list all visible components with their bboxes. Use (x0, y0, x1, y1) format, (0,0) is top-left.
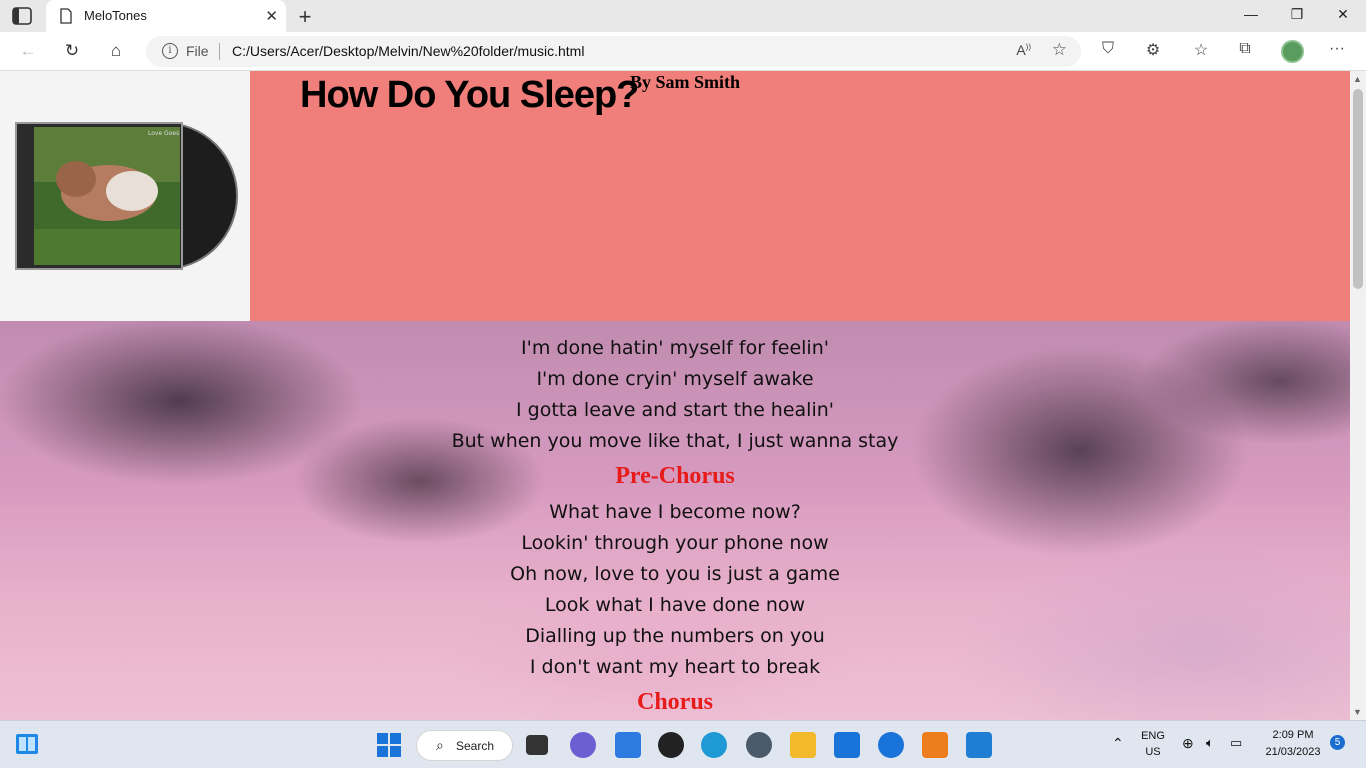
search-label: Search (456, 739, 495, 753)
show-hidden-icons-icon[interactable]: ⌃ (1112, 735, 1124, 752)
lyric-line: What have I become now? (549, 501, 801, 523)
bluetooth-icon[interactable] (878, 732, 904, 758)
close-window-button[interactable]: ✕ (1333, 6, 1353, 23)
address-bar[interactable]: i File C:/Users/Acer/Desktop/Melvin/New%… (146, 36, 1081, 67)
album-art: Love Goes (15, 122, 238, 270)
more-options-icon[interactable]: ··· (1326, 40, 1348, 58)
refresh-button[interactable]: ↻ (61, 40, 83, 62)
clock-date[interactable]: 21/03/2023 (1258, 746, 1328, 758)
favorites-icon[interactable]: ☆ (1190, 40, 1212, 60)
media-player-icon[interactable] (658, 732, 684, 758)
album-art-text: Love Goes (148, 130, 179, 137)
clock-time[interactable]: 2:09 PM (1262, 729, 1324, 741)
vertical-scrollbar[interactable]: ▲ ▼ (1350, 71, 1366, 720)
home-button[interactable]: ⌂ (105, 40, 127, 62)
widgets-icon[interactable] (15, 733, 39, 755)
address-separator (219, 43, 220, 60)
back-button[interactable]: ← (17, 40, 39, 62)
search-icon: ⌕ (436, 737, 444, 753)
minimize-button[interactable]: — (1241, 6, 1261, 22)
chorus-heading: Chorus (636, 689, 714, 715)
artist-name: By Sam Smith (630, 72, 741, 92)
taskbar-search[interactable]: ⌕ Search (416, 730, 513, 761)
tab-title: MeloTones (84, 8, 147, 23)
lyric-line: Dialling up the numbers on you (525, 625, 825, 647)
lyrics-section: I'm done hatin' myself for feelin' I'm d… (0, 321, 1350, 720)
info-icon[interactable]: i (162, 43, 178, 59)
scrollbar-thumb[interactable] (1353, 89, 1363, 289)
calendar-icon[interactable] (834, 732, 860, 758)
lyric-line: Oh now, love to you is just a game (510, 563, 840, 585)
lyric-line: I'm done hatin' myself for feelin' (521, 337, 829, 359)
file-explorer-icon[interactable] (790, 732, 816, 758)
restore-button[interactable]: ❐ (1287, 6, 1307, 23)
song-header: How Do You Sleep? By Sam Smith (250, 71, 1350, 321)
pre-chorus-heading: Pre-Chorus (615, 463, 735, 489)
close-tab-icon[interactable]: ✕ (265, 7, 278, 25)
start-icon[interactable] (376, 732, 402, 758)
language-top[interactable]: ENG (1137, 730, 1169, 742)
edge-icon[interactable] (701, 732, 727, 758)
tab-actions-icon[interactable] (12, 7, 32, 25)
task-view-icon[interactable] (526, 735, 548, 755)
new-tab-button[interactable]: + (294, 4, 316, 30)
vlc-icon[interactable] (922, 732, 948, 758)
lyric-line: Look what I have done now (544, 594, 806, 616)
collections-icon[interactable]: ⧉ (1234, 40, 1256, 58)
chat-icon[interactable] (570, 732, 596, 758)
song-title: How Do You Sleep? (300, 74, 639, 116)
volume-icon[interactable]: 🔈︎ (1206, 735, 1214, 751)
profile-avatar[interactable] (1281, 40, 1304, 63)
lyric-line: I gotta leave and start the healin' (516, 399, 834, 421)
scroll-down-icon[interactable]: ▼ (1353, 707, 1362, 717)
tab-melotones[interactable]: MeloTones ✕ (46, 0, 286, 32)
lyric-line: I don't want my heart to break (529, 656, 821, 678)
shield-icon[interactable]: ⛉ (1097, 40, 1119, 58)
scroll-up-icon[interactable]: ▲ (1353, 74, 1362, 84)
address-scheme: File (186, 43, 209, 59)
app-icon[interactable] (615, 732, 641, 758)
lyric-line: But when you move like that, I just wann… (451, 430, 899, 452)
settings-icon[interactable] (746, 732, 772, 758)
notification-badge[interactable]: 5 (1330, 735, 1345, 750)
vscode-icon[interactable] (966, 732, 992, 758)
tab-strip: MeloTones ✕ + — ❐ ✕ (0, 0, 1366, 32)
taskbar: ⌕ Search ⌃ ENG US ⊕ 🔈︎ ▭ 2:09 PM 21/03/2… (0, 720, 1366, 768)
lyric-line: Lookin' through your phone now (521, 532, 829, 554)
navigation-bar: ← ↻ ⌂ i File C:/Users/Acer/Desktop/Melvi… (0, 32, 1366, 71)
extensions-icon[interactable]: ⚙ (1142, 40, 1164, 60)
language-bottom[interactable]: US (1137, 746, 1169, 758)
album-cover-panel: Love Goes (0, 71, 250, 321)
network-icon[interactable]: ⊕ (1182, 735, 1194, 752)
page-viewport: Love Goes How Do You Sleep? By Sam Smith… (0, 71, 1350, 720)
page-icon (60, 8, 72, 24)
add-favorite-icon[interactable]: ☆ (1052, 40, 1067, 60)
address-url[interactable]: C:/Users/Acer/Desktop/Melvin/New%20folde… (232, 43, 584, 59)
lyric-line: I'm done cryin' myself awake (536, 368, 814, 390)
read-aloud-icon[interactable]: A)) (1016, 42, 1031, 58)
battery-icon[interactable]: ▭ (1230, 735, 1242, 751)
